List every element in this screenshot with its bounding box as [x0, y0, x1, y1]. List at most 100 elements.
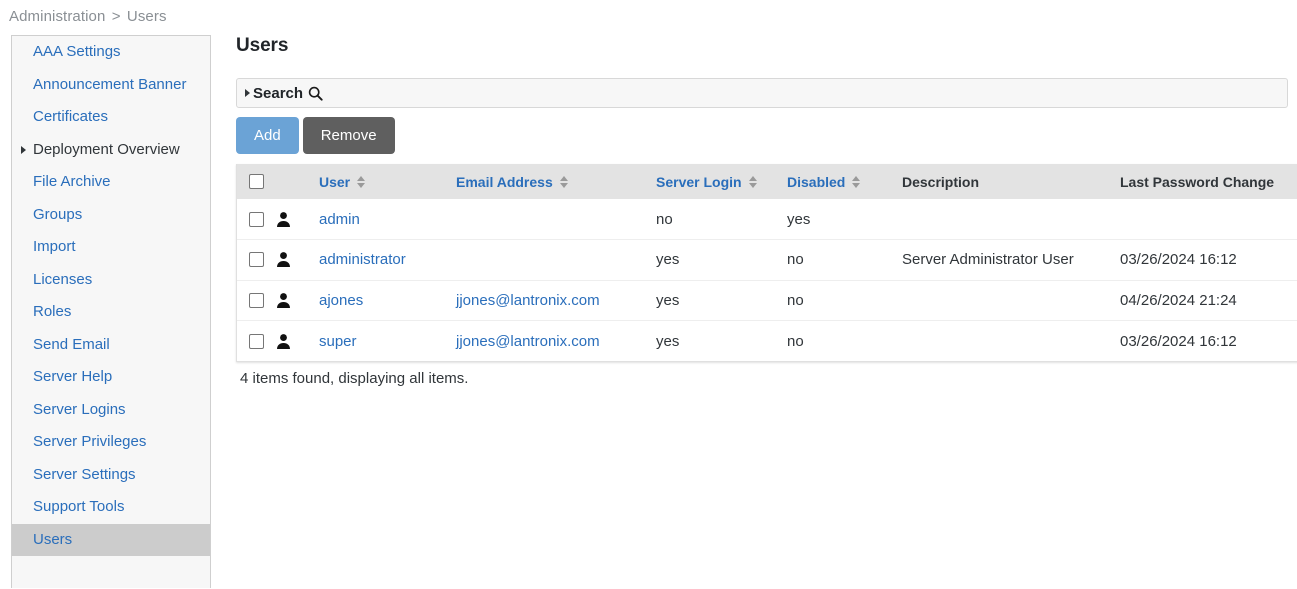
sidebar-item-label: Server Settings — [33, 466, 136, 483]
sidebar-item-server-privileges[interactable]: Server Privileges — [12, 426, 210, 459]
row-select-checkbox[interactable] — [249, 334, 264, 349]
table-row: super jjones@lantronix.com yes no 03/26/2024… — [237, 321, 1297, 362]
sidebar-item-aaa-settings[interactable]: AAA Settings — [12, 36, 210, 69]
sidebar-item-label: Certificates — [33, 108, 108, 125]
server-login-value: yes — [656, 333, 679, 350]
disabled-value: no — [787, 251, 804, 268]
sidebar-item-groups[interactable]: Groups — [12, 199, 210, 232]
column-header-label: Disabled — [787, 174, 845, 190]
sidebar-item-label: Deployment Overview — [33, 141, 180, 158]
column-header-last_password_change: Last Password Change — [1110, 164, 1297, 199]
email-link-cell — [446, 240, 646, 281]
last-password-change-value: 03/26/2024 16:12 — [1120, 333, 1237, 350]
description-value-cell — [892, 321, 1110, 362]
sidebar-item-support-tools[interactable]: Support Tools — [12, 491, 210, 524]
sidebar-item-users[interactable]: Users — [12, 524, 210, 557]
sidebar-item-label: Server Logins — [33, 401, 126, 418]
sort-arrows-icon[interactable] — [560, 175, 569, 189]
sidebar-item-server-help[interactable]: Server Help — [12, 361, 210, 394]
sidebar-item-deployment-overview[interactable]: Deployment Overview — [12, 134, 210, 167]
sidebar-item-label: Server Privileges — [33, 433, 146, 450]
row-avatar-cell — [273, 321, 309, 362]
column-header-label: Description — [902, 174, 979, 190]
sort-arrows-icon[interactable] — [749, 175, 758, 189]
disabled-value-cell: yes — [777, 199, 892, 240]
sidebar-item-server-settings[interactable]: Server Settings — [12, 459, 210, 492]
sidebar-item-certificates[interactable]: Certificates — [12, 101, 210, 134]
table-row: admin no yes — [237, 199, 1297, 240]
row-select-cell[interactable] — [237, 199, 273, 240]
row-select-checkbox[interactable] — [249, 212, 264, 227]
sidebar-item-server-logins[interactable]: Server Logins — [12, 394, 210, 427]
chevron-right-icon — [21, 146, 26, 154]
column-header-server_login[interactable]: Server Login — [646, 164, 777, 199]
column-header-email[interactable]: Email Address — [446, 164, 646, 199]
person-icon — [275, 211, 292, 228]
server-login-value: no — [656, 211, 673, 228]
sidebar-item-send-email[interactable]: Send Email — [12, 329, 210, 362]
row-select-checkbox[interactable] — [249, 252, 264, 267]
column-header-label: User — [319, 174, 350, 190]
users-table: User Email Address Server Login Disabled Des… — [237, 164, 1297, 361]
description-value-cell — [892, 199, 1110, 240]
sidebar-item-roles[interactable]: Roles — [12, 296, 210, 329]
user-link[interactable]: administrator — [319, 251, 406, 268]
email-link[interactable]: jjones@lantronix.com — [456, 333, 600, 350]
users-table-container: User Email Address Server Login Disabled Des… — [236, 164, 1297, 362]
sidebar-item-label: Roles — [33, 303, 71, 320]
email-link[interactable]: jjones@lantronix.com — [456, 292, 600, 309]
sort-arrows-icon[interactable] — [357, 175, 366, 189]
breadcrumb-current: Users — [127, 8, 167, 25]
disabled-value-cell: no — [777, 240, 892, 281]
search-icon[interactable] — [308, 86, 323, 101]
user-link[interactable]: admin — [319, 211, 360, 228]
row-select-cell[interactable] — [237, 321, 273, 362]
last-password-change-value-cell — [1110, 199, 1297, 240]
table-row: ajones jjones@lantronix.com yesno 04/26/202… — [237, 280, 1297, 321]
column-header-disabled[interactable]: Disabled — [777, 164, 892, 199]
sidebar-item-file-archive[interactable]: File Archive — [12, 166, 210, 199]
add-button[interactable]: Add — [236, 117, 299, 154]
description-value: Server Administrator User — [902, 251, 1074, 268]
person-icon — [275, 292, 292, 309]
row-select-cell[interactable] — [237, 240, 273, 281]
email-link-cell — [446, 199, 646, 240]
server-login-value-cell: yes — [646, 280, 777, 321]
disabled-value-cell: no — [777, 321, 892, 362]
server-login-value-cell: yes — [646, 321, 777, 362]
action-button-bar: Add Remove — [236, 117, 1297, 154]
disabled-value: no — [787, 292, 804, 309]
sidebar-item-announcement-banner[interactable]: Announcement Banner — [12, 69, 210, 102]
row-select-checkbox[interactable] — [249, 293, 264, 308]
select-all-checkbox[interactable] — [249, 174, 264, 189]
sidebar-item-label: Announcement Banner — [33, 76, 186, 93]
remove-button[interactable]: Remove — [303, 117, 395, 154]
breadcrumb-separator: > — [110, 8, 123, 25]
user-link[interactable]: ajones — [319, 292, 363, 309]
column-header-user[interactable]: User — [309, 164, 446, 199]
last-password-change-value: 04/26/2024 21:24 — [1120, 292, 1237, 309]
row-select-cell[interactable] — [237, 280, 273, 321]
breadcrumb: Administration > Users — [9, 8, 167, 25]
row-avatar-cell — [273, 280, 309, 321]
sort-arrows-icon[interactable] — [852, 175, 861, 189]
server-login-value: yes — [656, 251, 679, 268]
user-link[interactable]: super — [319, 333, 357, 350]
page-title: Users — [236, 35, 1297, 57]
description-value-cell: Server Administrator User — [892, 240, 1110, 281]
sidebar-item-label: AAA Settings — [33, 43, 121, 60]
sidebar-item-import[interactable]: Import — [12, 231, 210, 264]
breadcrumb-root[interactable]: Administration — [9, 8, 105, 25]
last-password-change-value: 03/26/2024 16:12 — [1120, 251, 1237, 268]
column-header-label: Server Login — [656, 174, 742, 190]
email-link-cell: jjones@lantronix.com — [446, 280, 646, 321]
column-header-select[interactable] — [237, 164, 273, 199]
search-toggle-panel[interactable]: Search — [236, 78, 1288, 108]
person-icon — [275, 251, 292, 268]
sidebar-item-licenses[interactable]: Licenses — [12, 264, 210, 297]
disabled-value-cell: no — [777, 280, 892, 321]
main-content: Users Search Add Remove User Email Addres… — [236, 35, 1297, 387]
sidebar-item-label: Users — [33, 531, 72, 548]
table-result-summary: 4 items found, displaying all items. — [236, 370, 1297, 387]
users-table-body: adminnoyesadministratoryesnoServer Admin… — [237, 199, 1297, 361]
